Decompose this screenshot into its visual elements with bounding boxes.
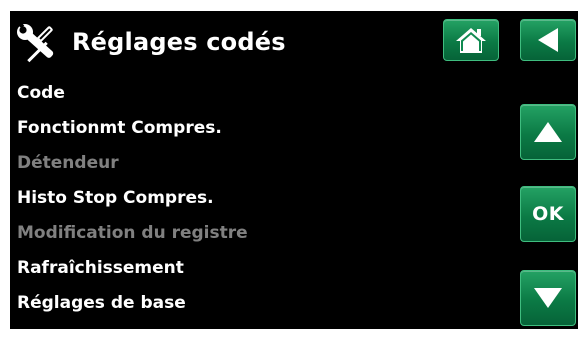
menu-item-compressor-stop-history[interactable]: Histo Stop Compres. — [17, 187, 497, 222]
ok-button[interactable]: OK — [520, 186, 576, 242]
menu-item-register-modification: Modification du registre — [17, 223, 248, 243]
scroll-down-button[interactable] — [520, 270, 576, 326]
menu-item-cooling[interactable]: Rafraîchissement — [17, 257, 497, 292]
settings-menu: Code Fonctionmt Compres. Détendeur Histo… — [17, 82, 497, 327]
arrow-down-icon — [532, 284, 564, 312]
screen: Réglages codés Code Fonctionmt Compres. — [10, 11, 578, 329]
page-title: Réglages codés — [72, 28, 286, 56]
ok-label: OK — [532, 203, 564, 225]
home-icon — [455, 26, 487, 54]
back-arrow-icon — [534, 26, 562, 54]
header: Réglages codés — [10, 11, 578, 77]
menu-item-compressor-operation[interactable]: Fonctionmt Compres. — [17, 117, 497, 152]
menu-item-expansion-valve: Détendeur — [17, 153, 119, 173]
menu-item-code[interactable]: Code — [17, 82, 497, 117]
home-button[interactable] — [443, 19, 499, 61]
scroll-up-button[interactable] — [520, 104, 576, 160]
menu-item-base-settings[interactable]: Réglages de base — [17, 292, 497, 327]
arrow-up-icon — [532, 118, 564, 146]
tools-icon — [16, 21, 66, 65]
back-button[interactable] — [520, 19, 576, 61]
